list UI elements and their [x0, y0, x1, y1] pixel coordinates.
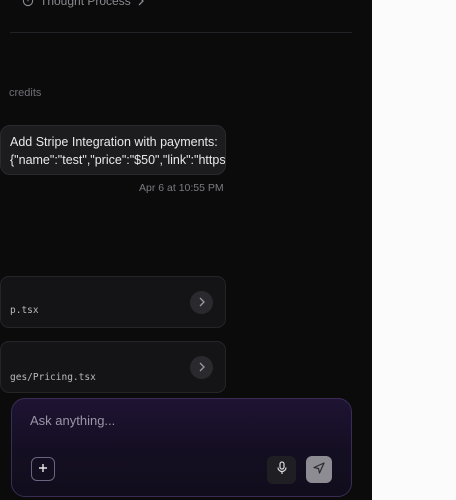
voice-input-button[interactable] [267, 456, 296, 484]
clipped-thought-text: ... [60, 24, 71, 32]
microphone-icon [276, 460, 288, 480]
file-card[interactable]: ges/Pricing.tsx [0, 341, 226, 393]
file-path: ges/Pricing.tsx [10, 372, 96, 383]
send-icon [313, 461, 325, 479]
blank-panel [372, 0, 456, 500]
file-card[interactable]: p.tsx [0, 276, 226, 328]
user-message-bubble: Add Stripe Integration with payments: {"… [0, 125, 226, 175]
message-composer [11, 398, 352, 497]
file-path: p.tsx [10, 305, 39, 316]
chevron-right-icon [198, 294, 206, 312]
thought-process-label: Thought Process [40, 0, 131, 8]
open-file-button[interactable] [190, 291, 213, 314]
lightbulb-icon [22, 0, 34, 7]
plus-icon [38, 460, 48, 478]
message-timestamp: Apr 6 at 10:55 PM [139, 182, 224, 194]
thought-process-toggle[interactable]: Thought Process [22, 0, 145, 8]
ask-input[interactable] [30, 413, 330, 428]
message-line-1: Add Stripe Integration with payments: [10, 135, 218, 149]
add-attachment-button[interactable] [31, 457, 55, 481]
credits-text: credits [9, 87, 42, 99]
send-button[interactable] [306, 456, 332, 483]
chevron-right-icon [198, 359, 206, 377]
chevron-right-icon [137, 0, 145, 6]
chat-panel: Thought Process ... credits Add Stripe I… [0, 0, 372, 500]
divider [10, 32, 352, 33]
message-line-2: {"name":"test","price":"$50","link":"htt… [10, 153, 226, 167]
open-file-button[interactable] [190, 356, 213, 379]
